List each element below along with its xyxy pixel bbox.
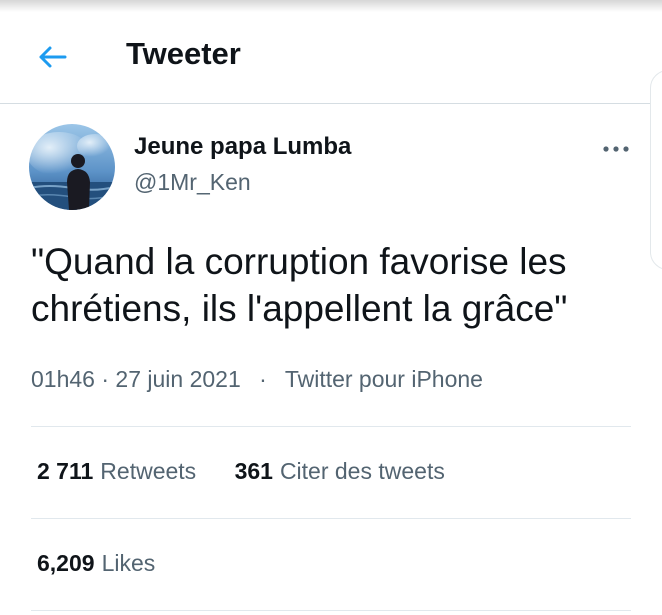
back-button[interactable]: [30, 39, 74, 75]
retweets-stat[interactable]: 2 711 Retweets: [37, 458, 196, 485]
more-horizontal-icon: [603, 146, 629, 152]
side-panel-edge: [650, 70, 662, 270]
divider: [31, 426, 631, 427]
divider: [31, 518, 631, 519]
author-name[interactable]: Jeune papa Lumba: [134, 133, 351, 161]
likes-stat[interactable]: 6,209 Likes: [37, 550, 155, 577]
tweet-date[interactable]: 27 juin 2021: [115, 366, 240, 392]
page-title: Tweeter: [126, 36, 241, 71]
quote-tweets-count: 361: [234, 458, 273, 484]
retweets-label: Retweets: [100, 458, 197, 484]
top-shadow: [0, 0, 662, 12]
tweet-detail-page: Tweeter Jeune papa Lumba @1Mr_Ken "Quand…: [0, 0, 662, 615]
likes-count: 6,209: [37, 550, 95, 576]
meta-separator: ·: [259, 366, 267, 392]
more-options-button[interactable]: [596, 134, 636, 164]
divider: [31, 610, 631, 611]
tweet-time[interactable]: 01h46: [31, 366, 95, 392]
author-handle[interactable]: @1Mr_Ken: [134, 169, 251, 196]
arrow-left-icon: [39, 46, 67, 68]
tweet-meta: 01h46 · 27 juin 2021 · Twitter pour iPho…: [31, 366, 483, 393]
meta-separator: ·: [101, 366, 110, 392]
avatar-image: [29, 124, 115, 210]
quote-tweets-label: Citer des tweets: [279, 458, 445, 484]
avatar[interactable]: [29, 124, 115, 210]
tweet-source[interactable]: Twitter pour iPhone: [285, 366, 483, 392]
likes-label: Likes: [101, 550, 156, 576]
likes-stats: 6,209 Likes: [37, 550, 155, 577]
header-bar: Tweeter: [0, 12, 662, 104]
retweets-count: 2 711: [37, 458, 94, 484]
engagement-stats: 2 711 Retweets 361 Citer des tweets: [37, 458, 445, 485]
tweet-text: "Quand la corruption favorise les chréti…: [31, 241, 568, 329]
quote-tweets-stat[interactable]: 361 Citer des tweets: [235, 458, 445, 485]
